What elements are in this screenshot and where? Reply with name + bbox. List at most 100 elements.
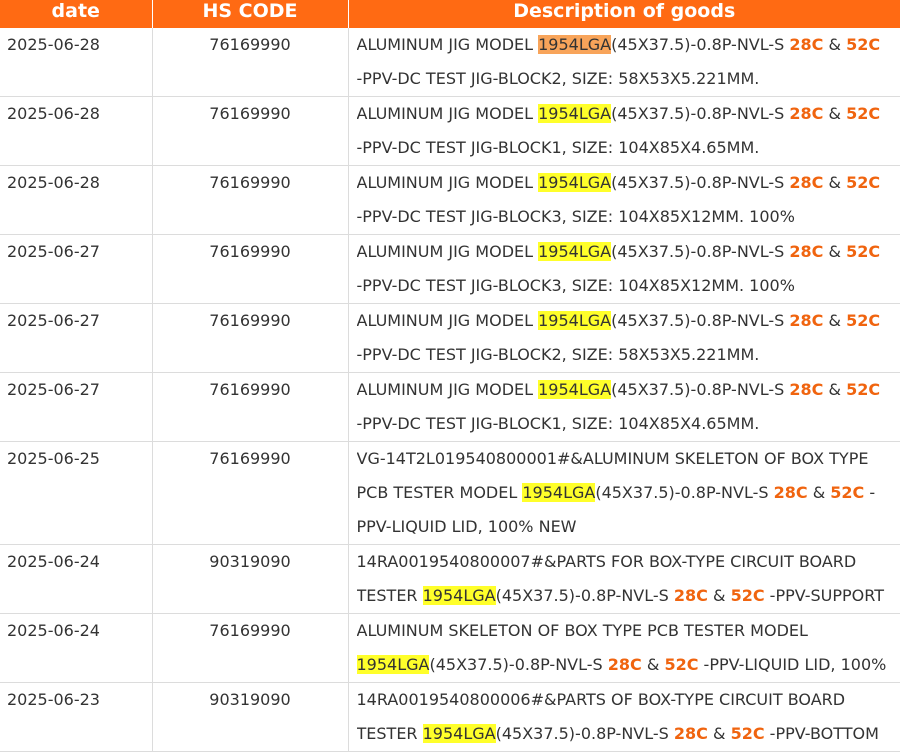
temperature-tag: 52C — [846, 35, 881, 54]
description-text: 14RA0019540800006#&PARTS OF BOX-TYPE CIR… — [356, 690, 846, 709]
description-text: & — [823, 311, 847, 330]
description-text: (45X37.5)-0.8P-NVL-S — [495, 586, 674, 605]
description-text: (45X37.5)-0.8P-NVL-S — [595, 483, 774, 502]
description-text: & — [641, 655, 665, 674]
cell-date: 2025-06-24 — [0, 544, 153, 614]
description-line: -PPV-DC TEST JIG-BLOCK2, SIZE: 58X53X5.2… — [357, 338, 895, 372]
cell-hs-code: 76169990 — [152, 234, 349, 304]
cell-description: ALUMINUM JIG MODEL 1954LGA(45X37.5)-0.8P… — [348, 165, 900, 235]
cell-hs-code: 76169990 — [152, 613, 349, 683]
table-row[interactable]: 2025-06-25 76169990 VG-14T2L019540800001#&… — [0, 441, 900, 545]
temperature-tag: 52C — [846, 311, 881, 330]
model-highlight: 1954LGA — [538, 35, 612, 54]
cell-hs-code: 90319090 — [152, 544, 349, 614]
description-line: ALUMINUM JIG MODEL 1954LGA(45X37.5)-0.8P… — [357, 166, 895, 200]
temperature-tag: 28C — [773, 483, 808, 502]
model-highlight: 1954LGA — [538, 242, 612, 261]
temperature-tag: 52C — [846, 242, 881, 261]
temperature-tag: 28C — [673, 586, 708, 605]
header-description[interactable]: Description of goods — [348, 0, 900, 28]
description-text: -PPV-BOTTOM — [764, 724, 879, 743]
description-text: 14RA0019540800007#&PARTS FOR BOX-TYPE CI… — [356, 552, 857, 571]
description-text: (45X37.5)-0.8P-NVL-S — [611, 104, 790, 123]
description-line: -PPV-DC TEST JIG-BLOCK1, SIZE: 104X85X4.… — [357, 131, 895, 165]
cell-description: ALUMINUM SKELETON OF BOX TYPE PCB TESTER… — [348, 613, 900, 683]
description-text: -PPV-DC TEST JIG-BLOCK3, SIZE: 104X85X12… — [356, 207, 795, 226]
description-text: & — [823, 380, 847, 399]
description-text: -PPV-DC TEST JIG-BLOCK2, SIZE: 58X53X5.2… — [356, 345, 760, 364]
description-line: ALUMINUM JIG MODEL 1954LGA(45X37.5)-0.8P… — [357, 235, 895, 269]
cell-date: 2025-06-28 — [0, 96, 153, 166]
description-text: ALUMINUM JIG MODEL — [356, 311, 539, 330]
model-highlight: 1954LGA — [538, 104, 612, 123]
header-hs-code[interactable]: HS CODE — [152, 0, 349, 28]
description-text: & — [823, 242, 847, 261]
description-line: -PPV-DC TEST JIG-BLOCK3, SIZE: 104X85X12… — [357, 269, 895, 303]
description-line: 14RA0019540800006#&PARTS OF BOX-TYPE CIR… — [357, 683, 895, 717]
description-text: TESTER — [356, 586, 423, 605]
temperature-tag: 28C — [789, 242, 824, 261]
description-text: TESTER — [356, 724, 423, 743]
description-text: ALUMINUM JIG MODEL — [356, 242, 539, 261]
cell-description: ALUMINUM JIG MODEL 1954LGA(45X37.5)-0.8P… — [348, 96, 900, 166]
description-text: & — [807, 483, 831, 502]
description-text: -PPV-LIQUID LID, 100% — [698, 655, 887, 674]
description-text: ALUMINUM JIG MODEL — [356, 104, 539, 123]
description-line: 14RA0019540800007#&PARTS FOR BOX-TYPE CI… — [357, 545, 895, 579]
cell-description: ALUMINUM JIG MODEL 1954LGA(45X37.5)-0.8P… — [348, 372, 900, 442]
description-line: PPV-LIQUID LID, 100% NEW — [357, 510, 895, 544]
temperature-tag: 52C — [846, 380, 881, 399]
cell-description: VG-14T2L019540800001#&ALUMINUM SKELETON … — [348, 441, 900, 545]
cell-hs-code: 76169990 — [152, 96, 349, 166]
table-row[interactable]: 2025-06-24 76169990 ALUMINUM SKELETON OF B… — [0, 613, 900, 683]
temperature-tag: 52C — [846, 173, 881, 192]
table-body: 2025-06-28 76169990 ALUMINUM JIG MODEL 195… — [0, 28, 900, 752]
description-text: (45X37.5)-0.8P-NVL-S — [611, 173, 790, 192]
table-row[interactable]: 2025-06-28 76169990 ALUMINUM JIG MODEL 195… — [0, 96, 900, 166]
description-line: PCB TESTER MODEL 1954LGA(45X37.5)-0.8P-N… — [357, 476, 895, 510]
cell-hs-code: 90319090 — [152, 682, 349, 752]
description-text: & — [823, 173, 847, 192]
temperature-tag: 28C — [789, 173, 824, 192]
table-row[interactable]: 2025-06-24 90319090 14RA0019540800007#&PAR… — [0, 544, 900, 614]
description-text: (45X37.5)-0.8P-NVL-S — [611, 242, 790, 261]
description-text: -PPV-DC TEST JIG-BLOCK2, SIZE: 58X53X5.2… — [356, 69, 760, 88]
cell-date: 2025-06-27 — [0, 303, 153, 373]
table-row[interactable]: 2025-06-28 76169990 ALUMINUM JIG MODEL 195… — [0, 165, 900, 235]
description-text: -PPV-DC TEST JIG-BLOCK3, SIZE: 104X85X12… — [356, 276, 795, 295]
description-text: & — [823, 35, 847, 54]
header-date[interactable]: date — [0, 0, 153, 28]
table-row[interactable]: 2025-06-28 76169990 ALUMINUM JIG MODEL 195… — [0, 28, 900, 97]
model-highlight: 1954LGA — [538, 173, 612, 192]
temperature-tag: 52C — [730, 586, 765, 605]
model-highlight: 1954LGA — [422, 724, 496, 743]
description-text: & — [707, 586, 731, 605]
description-text: (45X37.5)-0.8P-NVL-S — [495, 724, 674, 743]
description-text: -PPV-DC TEST JIG-BLOCK1, SIZE: 104X85X4.… — [356, 414, 760, 433]
model-highlight: 1954LGA — [538, 380, 612, 399]
description-text: PCB TESTER MODEL — [356, 483, 523, 502]
cell-description: ALUMINUM JIG MODEL 1954LGA(45X37.5)-0.8P… — [348, 234, 900, 304]
table-row[interactable]: 2025-06-23 90319090 14RA0019540800006#&PAR… — [0, 682, 900, 752]
description-text: VG-14T2L019540800001#&ALUMINUM SKELETON … — [356, 449, 869, 468]
table-row[interactable]: 2025-06-27 76169990 ALUMINUM JIG MODEL 195… — [0, 234, 900, 304]
description-text: (45X37.5)-0.8P-NVL-S — [611, 380, 790, 399]
cell-hs-code: 76169990 — [152, 28, 349, 97]
table-row[interactable]: 2025-06-27 76169990 ALUMINUM JIG MODEL 195… — [0, 372, 900, 442]
cell-hs-code: 76169990 — [152, 441, 349, 545]
cell-date: 2025-06-28 — [0, 165, 153, 235]
model-highlight: 1954LGA — [356, 655, 430, 674]
temperature-tag: 28C — [789, 35, 824, 54]
temperature-tag: 28C — [673, 724, 708, 743]
cell-description: 14RA0019540800006#&PARTS OF BOX-TYPE CIR… — [348, 682, 900, 752]
description-text: ALUMINUM JIG MODEL — [356, 380, 539, 399]
description-line: ALUMINUM SKELETON OF BOX TYPE PCB TESTER… — [357, 614, 895, 648]
description-text: -PPV-DC TEST JIG-BLOCK1, SIZE: 104X85X4.… — [356, 138, 760, 157]
description-line: -PPV-DC TEST JIG-BLOCK3, SIZE: 104X85X12… — [357, 200, 895, 234]
table-row[interactable]: 2025-06-27 76169990 ALUMINUM JIG MODEL 195… — [0, 303, 900, 373]
temperature-tag: 52C — [664, 655, 699, 674]
description-text: ALUMINUM JIG MODEL — [356, 35, 539, 54]
cell-hs-code: 76169990 — [152, 372, 349, 442]
temperature-tag: 28C — [789, 311, 824, 330]
temperature-tag: 28C — [607, 655, 642, 674]
